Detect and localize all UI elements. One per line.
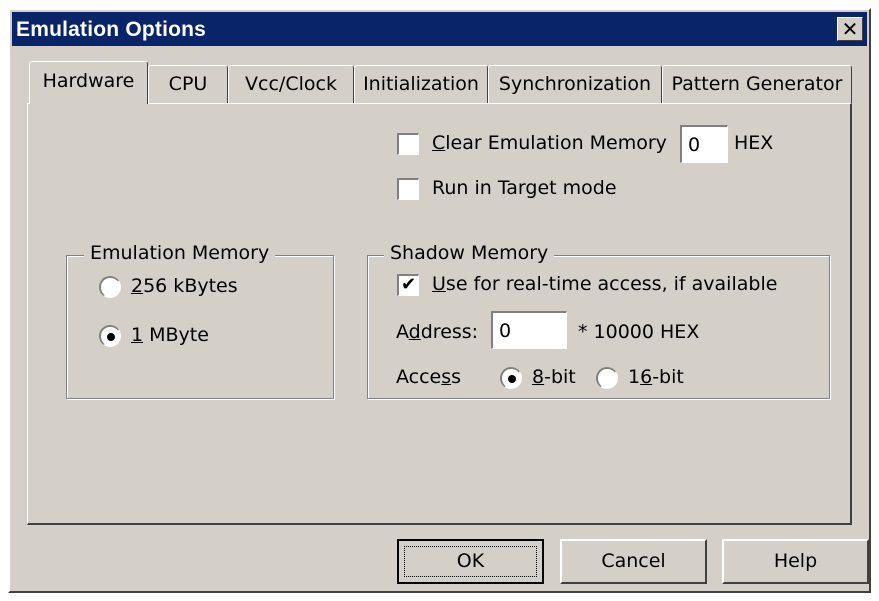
tab-pattern-generator[interactable]: Pattern Generator [662,65,852,103]
radio-selected-dot [508,375,516,383]
cancel-button[interactable]: Cancel [560,539,707,584]
radio-256-kbytes[interactable] [99,276,121,298]
close-icon: ✕ [841,17,859,41]
title-bar[interactable]: Emulation Options ✕ [12,12,867,46]
close-button[interactable]: ✕ [837,17,863,41]
tab-hardware[interactable]: Hardware [29,61,148,104]
clear-memory-value-input[interactable]: 0 [680,125,728,163]
tab-label: Initialization [363,73,479,95]
focus-rectangle [404,546,537,577]
ok-button[interactable]: OK [397,539,544,584]
clear-emulation-memory-checkbox[interactable] [397,133,419,155]
run-in-target-mode-checkbox[interactable] [397,178,419,200]
tab-cpu[interactable]: CPU [148,65,228,103]
tab-label: Synchronization [498,73,652,95]
help-button[interactable]: Help [722,539,869,584]
window-title: Emulation Options [16,18,207,41]
help-button-label: Help [773,550,818,572]
use-realtime-access-checkbox[interactable]: ✔ [397,274,419,296]
tab-label: Vcc/Clock [245,73,337,95]
hardware-tab-panel [27,103,852,525]
tab-label: CPU [168,73,208,95]
address-input[interactable]: 0 [491,311,567,349]
radio-8-bit[interactable] [500,367,522,389]
cancel-button-label: Cancel [601,550,666,572]
tab-label: Pattern Generator [671,73,843,95]
radio-16-bit[interactable] [596,367,618,389]
radio-1-mbyte[interactable] [99,325,121,347]
radio-selected-dot [107,333,115,341]
tab-synchronization[interactable]: Synchronization [488,65,662,103]
tab-label: Hardware [42,70,135,92]
checkmark-icon: ✔ [400,274,417,295]
tab-vcc-clock[interactable]: Vcc/Clock [228,65,354,103]
tab-initialization[interactable]: Initialization [354,65,488,103]
